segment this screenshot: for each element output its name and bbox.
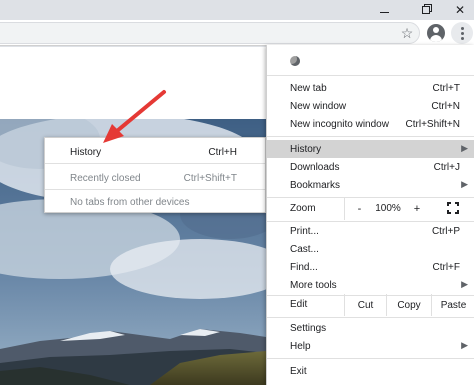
menu-item-cast[interactable]: Cast... — [267, 240, 474, 258]
close-icon: ✕ — [454, 3, 466, 17]
chevron-right-icon: ▶ — [461, 143, 468, 153]
submenu-item-history[interactable]: History Ctrl+H — [45, 140, 265, 164]
zoom-out-button[interactable]: - — [344, 198, 374, 220]
menu-item-find[interactable]: Find... Ctrl+F — [267, 258, 474, 276]
submenu-item-label: History — [70, 146, 102, 158]
menu-item-label: History — [290, 143, 322, 155]
cut-button[interactable]: Cut — [344, 294, 386, 316]
shortcut-label: Ctrl+F — [432, 261, 461, 273]
history-submenu: History Ctrl+H Recently closed Ctrl+Shif… — [44, 137, 266, 213]
menu-item-exit[interactable]: Exit — [267, 362, 474, 380]
minimize-button[interactable] — [368, 0, 400, 20]
chevron-right-icon: ▶ — [461, 179, 468, 189]
menu-item-new-window[interactable]: New window Ctrl+N — [267, 97, 474, 115]
page-status-icon — [290, 56, 300, 66]
dot-icon — [460, 36, 464, 40]
menu-header — [267, 45, 474, 75]
zoom-in-button[interactable]: + — [402, 198, 432, 220]
paste-button[interactable]: Paste — [431, 294, 474, 316]
menu-item-history[interactable]: History ▶ — [267, 140, 474, 158]
divider — [45, 163, 265, 164]
menu-item-label: Help — [290, 340, 311, 352]
menu-item-label: Exit — [290, 365, 307, 377]
menu-item-new-incognito[interactable]: New incognito window Ctrl+Shift+N — [267, 115, 474, 133]
submenu-item-label: No tabs from other devices — [70, 196, 190, 208]
divider — [267, 136, 474, 137]
shortcut-label: Ctrl+Shift+N — [405, 118, 460, 130]
divider — [267, 358, 474, 359]
menu-item-label: Bookmarks — [290, 179, 341, 191]
shortcut-label: Ctrl+H — [208, 146, 237, 158]
menu-item-label: Downloads — [290, 161, 340, 173]
menu-item-label: More tools — [290, 279, 337, 291]
edit-row: Edit Cut Copy Paste — [267, 294, 474, 316]
profile-avatar-icon[interactable] — [427, 24, 445, 42]
chrome-menu-button[interactable] — [451, 22, 473, 44]
dot-icon — [460, 26, 464, 30]
menu-item-more-tools[interactable]: More tools ▶ — [267, 276, 474, 294]
divider — [267, 75, 474, 76]
restore-icon — [422, 6, 430, 14]
menu-item-label: New tab — [290, 82, 327, 94]
browser-toolbar: ☆ — [0, 20, 474, 46]
maximize-button[interactable] — [410, 0, 442, 20]
zoom-row: Zoom - 100% + — [267, 198, 474, 220]
shortcut-label: Ctrl+P — [431, 225, 460, 237]
menu-item-help[interactable]: Help ▶ — [267, 337, 474, 355]
star-icon[interactable]: ☆ — [398, 24, 416, 42]
menu-item-label: Find... — [290, 261, 318, 273]
shortcut-label: Ctrl+Shift+T — [183, 172, 237, 184]
shortcut-label: Ctrl+T — [432, 82, 461, 94]
dot-icon — [460, 31, 464, 35]
submenu-item-label: Recently closed — [70, 172, 141, 184]
shortcut-label: Ctrl+N — [431, 100, 460, 112]
menu-item-label: Print... — [290, 225, 319, 237]
submenu-item-no-tabs: No tabs from other devices — [45, 190, 265, 214]
shortcut-label: Ctrl+J — [433, 161, 460, 173]
zoom-label: Zoom — [290, 203, 316, 214]
menu-item-label: Cast... — [290, 243, 319, 255]
menu-item-downloads[interactable]: Downloads Ctrl+J — [267, 158, 474, 176]
menu-item-print[interactable]: Print... Ctrl+P — [267, 222, 474, 240]
menu-item-bookmarks[interactable]: Bookmarks ▶ — [267, 176, 474, 194]
menu-item-new-tab[interactable]: New tab Ctrl+T — [267, 79, 474, 97]
menu-item-settings[interactable]: Settings — [267, 319, 474, 337]
minimize-icon — [379, 11, 389, 13]
chevron-right-icon: ▶ — [461, 340, 468, 350]
zoom-level: 100% — [375, 203, 401, 214]
menu-item-label: New incognito window — [290, 118, 389, 130]
chevron-right-icon: ▶ — [461, 279, 468, 289]
edit-label: Edit — [290, 299, 308, 310]
address-bar[interactable] — [0, 22, 420, 44]
window-titlebar: ✕ — [0, 0, 474, 20]
divider — [267, 317, 474, 318]
close-window-button[interactable]: ✕ — [444, 0, 474, 20]
menu-item-label: Settings — [290, 322, 327, 334]
submenu-item-recently-closed[interactable]: Recently closed Ctrl+Shift+T — [45, 166, 265, 190]
chrome-main-menu: New tab Ctrl+T New window Ctrl+N New inc… — [266, 45, 474, 385]
menu-item-label: New window — [290, 100, 347, 112]
fullscreen-icon[interactable] — [447, 202, 459, 214]
copy-button[interactable]: Copy — [386, 294, 431, 316]
